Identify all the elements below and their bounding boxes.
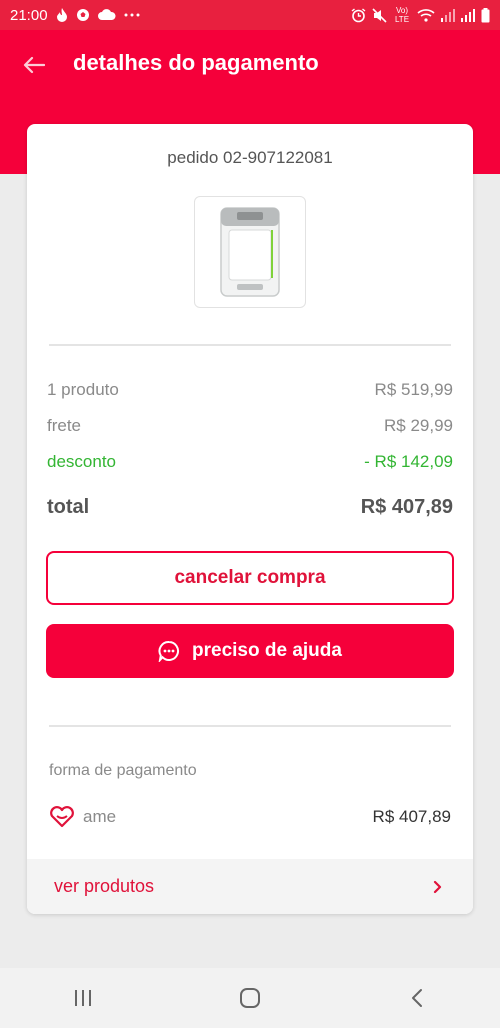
more-notifications-icon bbox=[124, 13, 140, 17]
page-title: detalhes do pagamento bbox=[73, 50, 319, 75]
summary-shipping-row: frete R$ 29,99 bbox=[47, 416, 453, 436]
divider bbox=[49, 725, 451, 727]
status-time: 21:00 bbox=[10, 6, 48, 24]
order-id: pedido 02-907122081 bbox=[167, 148, 333, 167]
payment-details-card: pedido 02-907122081 1 produto R$ 519,99 … bbox=[27, 124, 473, 914]
payment-method-heading: forma de pagamento bbox=[49, 762, 197, 779]
payment-method-row: ame R$ 407,89 bbox=[49, 806, 451, 828]
recent-apps-icon bbox=[75, 990, 92, 1006]
cloud-icon bbox=[97, 9, 116, 21]
shipping-label: frete bbox=[47, 416, 82, 435]
home-button[interactable] bbox=[220, 978, 280, 1018]
need-help-label: preciso de ajuda bbox=[192, 640, 342, 661]
recent-apps-button[interactable] bbox=[53, 978, 113, 1018]
status-bar: 21:00 Vo) LTE bbox=[0, 0, 500, 30]
home-icon bbox=[239, 988, 260, 1008]
divider bbox=[49, 344, 451, 346]
payment-amount: R$ 407,89 bbox=[372, 807, 451, 826]
back-button[interactable] bbox=[20, 51, 48, 79]
see-products-label: ver produtos bbox=[54, 876, 155, 896]
summary-discount-row: desconto - R$ 142,09 bbox=[47, 452, 453, 472]
signal-icon bbox=[441, 8, 455, 22]
total-value: R$ 407,89 bbox=[360, 496, 453, 518]
discount-label: desconto bbox=[47, 452, 116, 471]
cancel-purchase-label: cancelar compra bbox=[174, 567, 326, 588]
summary-products-row: 1 produto R$ 519,99 bbox=[47, 380, 453, 400]
heart-icon bbox=[50, 806, 74, 828]
flame-icon bbox=[56, 8, 68, 22]
chat-bubble-icon bbox=[158, 640, 180, 662]
app-bar: detalhes do pagamento bbox=[0, 30, 500, 100]
water-purifier-image bbox=[220, 207, 280, 297]
cancel-purchase-button[interactable]: cancelar compra bbox=[46, 551, 454, 605]
battery-icon bbox=[481, 7, 490, 23]
discount-value: - R$ 142,09 bbox=[364, 452, 453, 471]
payment-method-name: ame bbox=[83, 807, 117, 826]
system-navigation-bar bbox=[0, 968, 500, 1028]
see-products-link[interactable]: ver produtos bbox=[27, 859, 473, 914]
shipping-value: R$ 29,99 bbox=[384, 416, 453, 435]
chevron-right-icon bbox=[433, 880, 442, 893]
products-label: 1 produto bbox=[47, 380, 119, 399]
need-help-button[interactable]: preciso de ajuda bbox=[46, 624, 454, 678]
mute-icon bbox=[372, 7, 387, 23]
signal-2-icon bbox=[461, 8, 475, 22]
network-label: Vo) LTE bbox=[394, 6, 410, 24]
products-value: R$ 519,99 bbox=[374, 380, 453, 399]
total-label: total bbox=[47, 496, 90, 518]
summary-total-row: total R$ 407,89 bbox=[47, 496, 453, 519]
soccer-ball-icon bbox=[76, 8, 90, 22]
back-arrow-icon bbox=[23, 56, 45, 74]
back-icon bbox=[411, 989, 422, 1007]
alarm-icon bbox=[351, 7, 366, 23]
system-back-button[interactable] bbox=[387, 978, 447, 1018]
wifi-icon bbox=[417, 8, 435, 22]
product-image[interactable] bbox=[194, 196, 306, 308]
